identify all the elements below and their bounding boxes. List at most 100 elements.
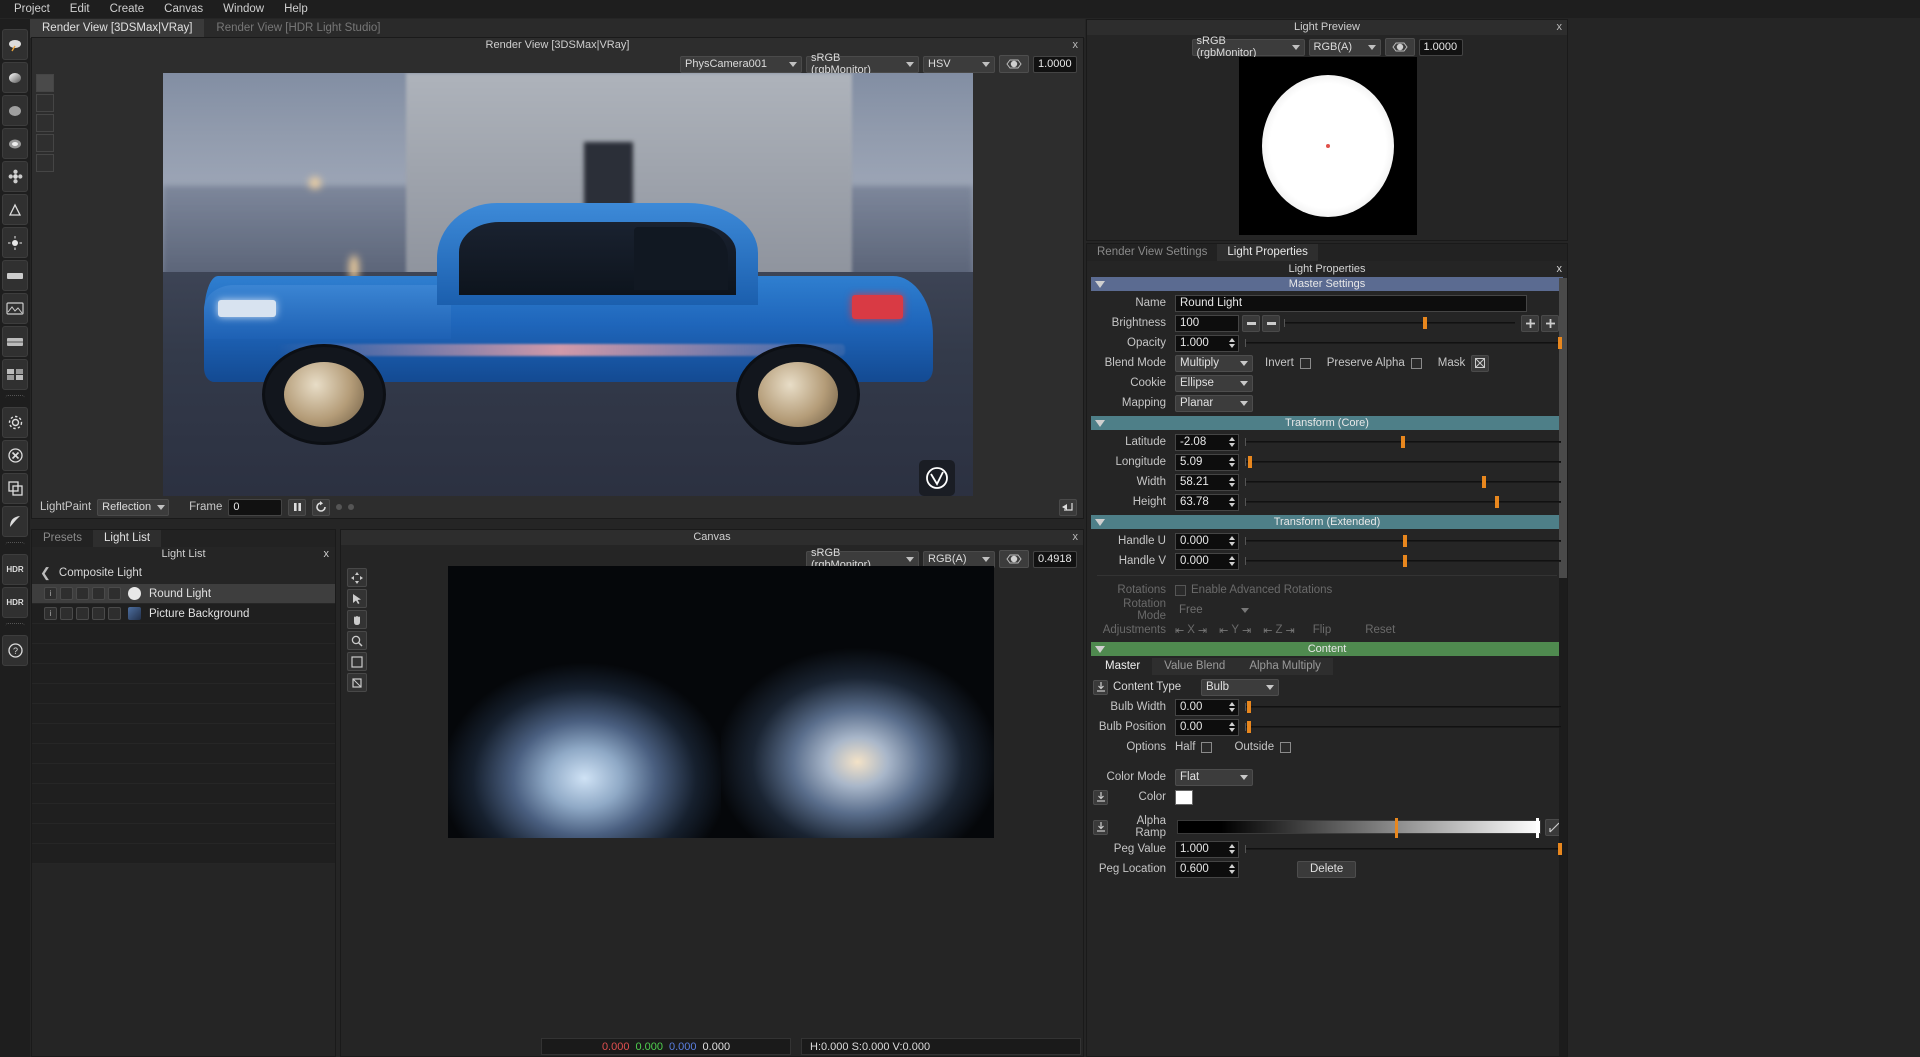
ramp-peg-end[interactable] [1536,818,1540,838]
hdr-load-icon[interactable]: HDR [2,554,28,585]
collapse-panel-icon[interactable] [1059,498,1077,516]
mask-toggle-icon[interactable] [1471,354,1490,372]
grid-light-icon[interactable] [2,359,28,390]
slider-handle[interactable] [1248,456,1253,468]
height-slider[interactable] [1245,495,1561,509]
slider-handle[interactable] [1403,555,1407,567]
menu-item-edit[interactable]: Edit [60,1,100,17]
cookie-dropdown[interactable]: Ellipse [1175,374,1253,392]
opacity-input[interactable]: 1.000 [1175,334,1239,352]
tab-light-properties[interactable]: Light Properties [1217,244,1318,261]
blend-mode-dropdown[interactable]: Multiply [1175,354,1253,372]
preview-channel-dropdown[interactable]: RGB(A) [1308,38,1381,56]
settings-gear-icon[interactable] [2,407,28,438]
sun-light-icon[interactable] [2,227,28,258]
tab-content-alpha-multiply[interactable]: Alpha Multiply [1237,658,1333,675]
rotate-z-left-icon[interactable]: ⇤ [1263,624,1272,637]
visibility-toggle-1[interactable] [60,587,73,600]
list-item-empty[interactable] [32,664,335,684]
content-type-dropdown[interactable]: Bulb [1201,678,1279,696]
brightness-decrement-2-icon[interactable] [1262,314,1280,332]
tab-content-master[interactable]: Master [1093,658,1153,675]
render-view-image[interactable] [163,73,973,506]
list-item[interactable]: i Picture Background [32,604,335,624]
list-item-empty[interactable] [32,744,335,764]
actual-size-icon[interactable] [347,673,367,692]
opacity-spinner[interactable] [1226,336,1237,351]
longitude-input[interactable]: 5.09 [1175,453,1239,471]
canvas-close-icon[interactable]: x [1073,530,1079,545]
pause-icon[interactable] [288,498,307,516]
tab-presets[interactable]: Presets [32,530,93,547]
name-input[interactable]: Round Light [1175,294,1527,312]
canvas-exposure-field[interactable]: 0.4918 [1033,550,1077,568]
rotation-mode-dropdown[interactable]: Free [1175,602,1253,619]
cone-light-icon[interactable] [2,194,28,225]
render-view-close-icon[interactable]: x [1073,38,1079,53]
longitude-spinner[interactable] [1226,455,1237,470]
pointer-tool-icon[interactable] [347,589,367,608]
rotate-x-left-icon[interactable]: ⇤ [1175,624,1184,637]
peg-value-slider[interactable] [1245,842,1562,856]
exposure-field[interactable]: 1.0000 [1033,55,1077,73]
list-item-empty[interactable] [32,844,335,864]
list-item-empty[interactable] [32,684,335,704]
tool-slot-5[interactable] [36,154,54,172]
help-icon[interactable]: ? [2,635,28,666]
slider-handle[interactable] [1494,496,1499,508]
aperture-icon[interactable] [1384,38,1415,56]
slider-handle[interactable] [1401,436,1406,448]
half-checkbox[interactable] [1201,741,1213,753]
peg-value-spinner[interactable] [1226,842,1237,857]
load-color-icon[interactable] [1093,789,1108,805]
tab-render-view-settings[interactable]: Render View Settings [1087,244,1217,261]
brightness-lock-icon[interactable] [1521,314,1539,332]
handle-u-input[interactable]: 0.000 [1175,532,1239,550]
camera-dropdown[interactable]: PhysCamera001 [680,55,802,73]
canvas-channel-dropdown[interactable]: RGB(A) [923,550,995,568]
list-item-empty[interactable] [32,704,335,724]
image-light-icon[interactable] [2,293,28,324]
delete-peg-button[interactable]: Delete [1297,860,1357,878]
handle-v-input[interactable]: 0.000 [1175,552,1239,570]
opacity-slider[interactable] [1245,336,1562,350]
menu-item-create[interactable]: Create [100,1,155,17]
section-header-content[interactable]: Content [1091,642,1563,656]
ramp-peg-selected[interactable] [1395,818,1399,838]
menu-item-window[interactable]: Window [213,1,274,17]
frame-field[interactable]: 0 [228,498,283,516]
channel-dropdown[interactable]: HSV [923,55,995,73]
handle-v-slider[interactable] [1245,554,1561,568]
slider-handle[interactable] [1246,701,1251,713]
width-input[interactable]: 58.21 [1175,473,1239,491]
visibility-toggle-3[interactable] [92,607,105,620]
bulb-position-slider[interactable] [1245,720,1561,734]
fit-view-icon[interactable] [347,652,367,671]
mapping-dropdown[interactable]: Planar [1175,394,1253,412]
slider-handle[interactable] [1482,476,1486,488]
light-preview-close-icon[interactable]: x [1557,20,1563,35]
rect-light-icon[interactable] [2,260,28,291]
pointer-tool-icon[interactable] [36,94,54,112]
width-slider[interactable] [1245,475,1561,489]
longitude-slider[interactable] [1245,455,1561,469]
pan-hand-icon[interactable] [347,610,367,629]
brightness-add-icon[interactable] [1541,314,1559,332]
list-item-empty[interactable] [32,784,335,804]
rotate-x-right-icon[interactable]: ⇥ [1198,624,1207,637]
bulb-position-spinner[interactable] [1226,720,1237,735]
menu-item-canvas[interactable]: Canvas [154,1,213,17]
bulb-position-input[interactable]: 0.00 [1175,718,1239,736]
properties-close-icon[interactable]: x [1557,261,1563,277]
handle-v-spinner[interactable] [1226,554,1237,569]
light-preview-image[interactable] [1239,57,1417,235]
lightpaint-mode-dropdown[interactable]: Reflection [97,498,170,516]
visibility-toggle-2[interactable] [76,607,89,620]
handle-u-spinner[interactable] [1226,534,1237,549]
area-light-icon[interactable] [2,29,28,60]
height-spinner[interactable] [1226,495,1237,510]
canvas-colorspace-dropdown[interactable]: sRGB (rgbMonitor) [806,547,919,571]
move-tool-icon[interactable] [347,568,367,587]
peg-location-input[interactable]: 0.600 [1175,860,1239,878]
tab-light-list[interactable]: Light List [93,530,162,547]
